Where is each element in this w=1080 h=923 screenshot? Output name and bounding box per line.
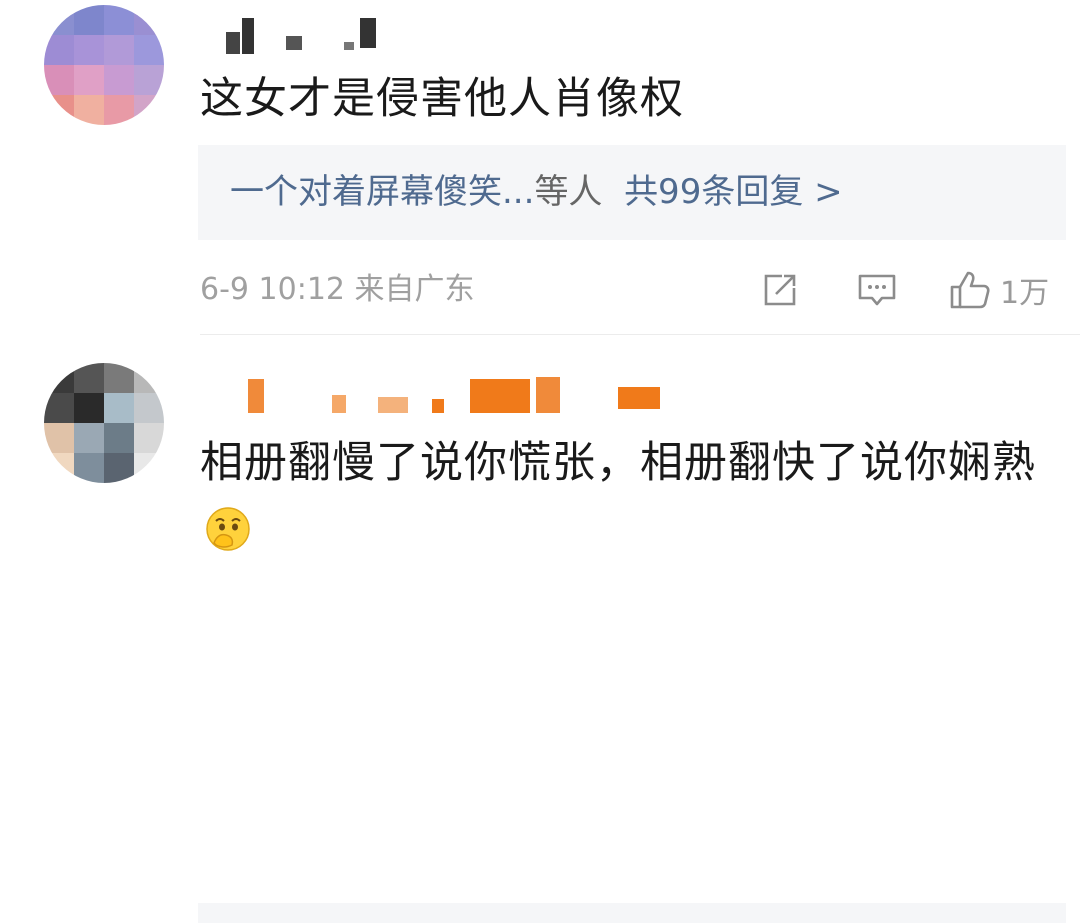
reply-authors[interactable]: 一个对着屏幕傻笑... (230, 172, 534, 212)
comment-button[interactable] (856, 266, 898, 314)
reply-suffix: 等人 (534, 172, 603, 212)
covering-mouth-face-icon (206, 507, 250, 551)
comment-text: 这女才是侵害他人肖像权 (200, 74, 684, 124)
comment-item: 相册翻慢了说你慌张，相册翻快了说你娴熟 (0, 335, 1080, 923)
replies-preview[interactable]: 一个对着屏幕傻笑...等人 共99条回复 > (198, 145, 1066, 240)
avatar[interactable] (44, 363, 164, 483)
like-count: 1万 (1000, 276, 1050, 311)
chevron-right-icon[interactable]: > (814, 172, 843, 212)
username-redacted[interactable] (220, 18, 680, 54)
avatar[interactable] (44, 5, 164, 125)
share-button[interactable] (760, 266, 800, 314)
share-icon (764, 274, 796, 306)
reply-count-link[interactable]: 共99条回复 (624, 172, 803, 212)
like-icon (950, 271, 990, 309)
comment-meta: 6-9 10:12 来自广东 (200, 272, 475, 307)
comment-text-content: 相册翻慢了说你慌张，相册翻快了说你娴熟 (200, 438, 1036, 488)
replies-preview[interactable] (198, 903, 1066, 923)
comment-item: 这女才是侵害他人肖像权 一个对着屏幕傻笑...等人 共99条回复 > 6-9 1… (0, 0, 1080, 335)
username-redacted[interactable] (220, 377, 680, 413)
like-button[interactable]: 1万 (948, 266, 1049, 314)
comment-text: 相册翻慢了说你慌张，相册翻快了说你娴熟 (200, 429, 1040, 565)
comment-icon (858, 274, 896, 306)
